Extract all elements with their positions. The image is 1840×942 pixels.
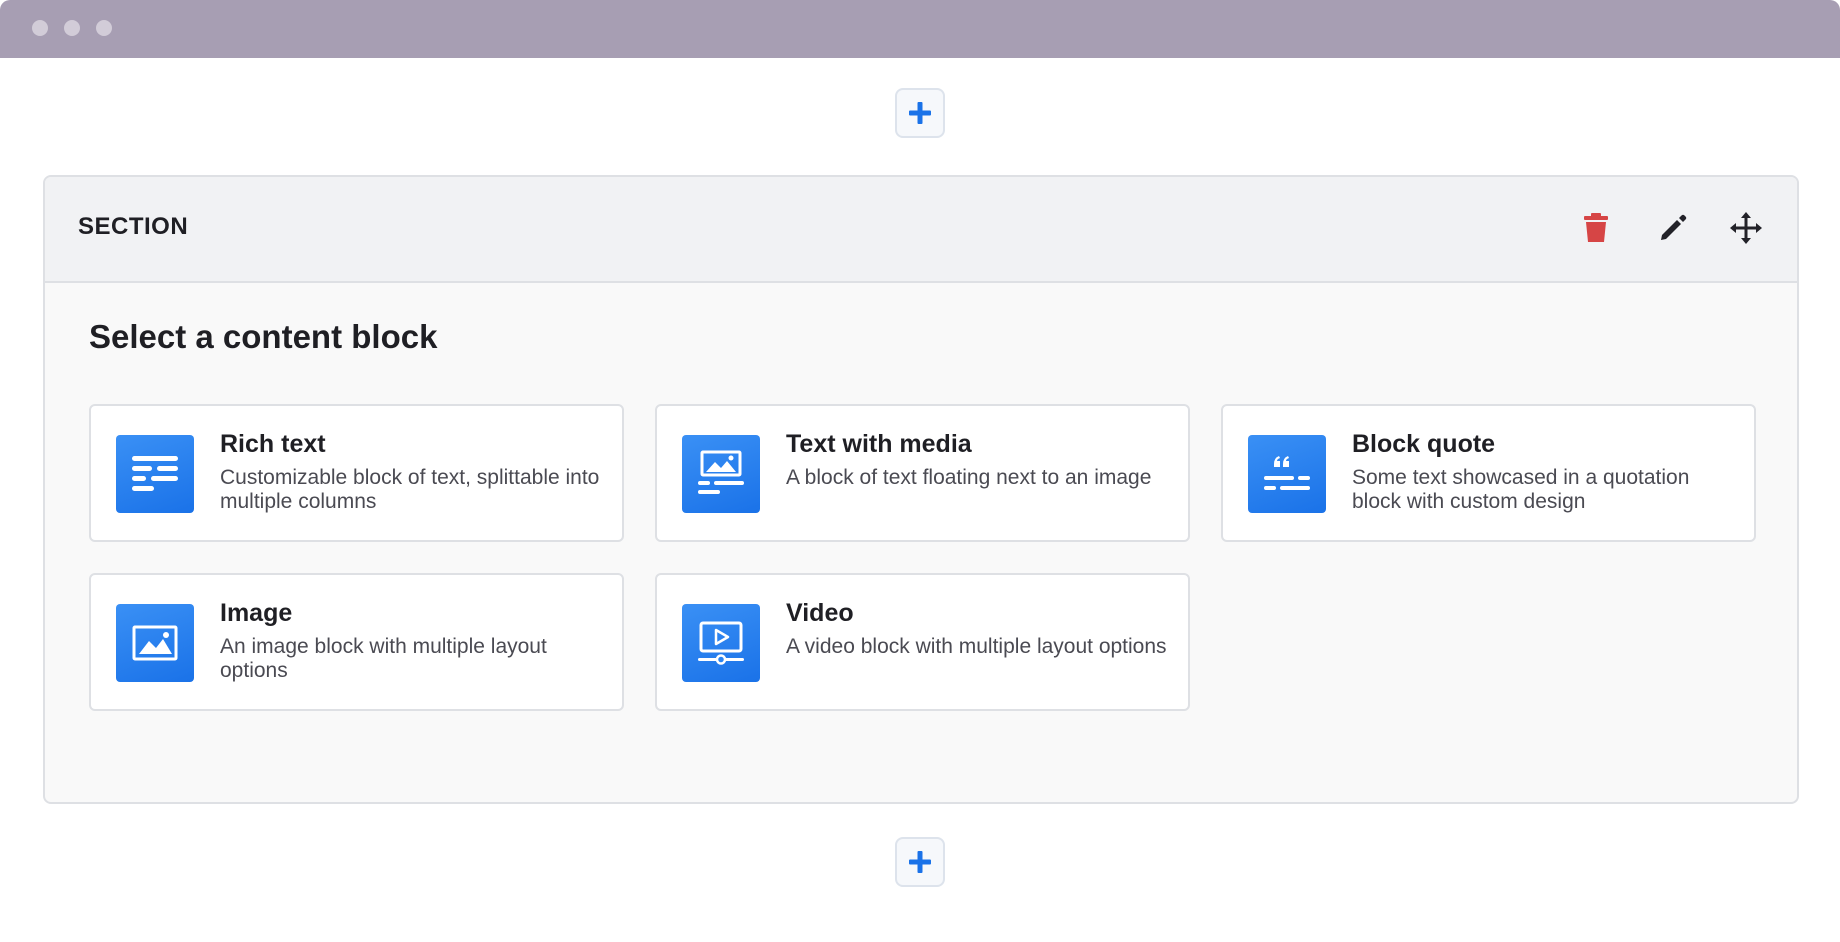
delete-section-button[interactable] xyxy=(1578,210,1614,246)
window-titlebar xyxy=(0,0,1840,58)
block-description: Some text showcased in a quotation block… xyxy=(1352,466,1690,513)
add-section-above-button[interactable] xyxy=(895,88,945,138)
move-section-button[interactable] xyxy=(1728,210,1764,246)
block-description: A video block with multiple layout optio… xyxy=(786,635,1167,658)
block-option-image[interactable]: Image An image block with multiple layou… xyxy=(89,573,624,711)
select-content-block-heading: Select a content block xyxy=(89,318,438,355)
trash-icon xyxy=(1584,213,1608,242)
rich-text-icon xyxy=(116,435,194,513)
block-option-text-with-media[interactable]: Text with media A block of text floating… xyxy=(655,404,1190,542)
block-description: An image block with multiple layout opti… xyxy=(220,635,547,682)
block-option-video[interactable]: Video A video block with multiple layout… xyxy=(655,573,1190,711)
section-header: SECTION xyxy=(45,177,1797,283)
block-option-rich-text[interactable]: Rich text Customizable block of text, sp… xyxy=(89,404,624,542)
plus-icon xyxy=(909,102,931,124)
block-quote-icon xyxy=(1248,435,1326,513)
pencil-icon xyxy=(1661,214,1687,240)
text-with-media-icon xyxy=(682,435,760,513)
video-icon xyxy=(682,604,760,682)
block-title: Text with media xyxy=(786,430,972,458)
block-description: Customizable block of text, splittable i… xyxy=(220,466,600,513)
block-title: Video xyxy=(786,599,854,627)
window-dot-minimize[interactable] xyxy=(64,20,80,36)
block-title: Image xyxy=(220,599,293,627)
window-dot-close[interactable] xyxy=(32,20,48,36)
image-icon xyxy=(116,604,194,682)
section-title: SECTION xyxy=(78,213,189,240)
window-dot-maximize[interactable] xyxy=(96,20,112,36)
move-arrows-icon xyxy=(1730,212,1762,244)
block-title: Rich text xyxy=(220,430,326,458)
block-description: A block of text floating next to an imag… xyxy=(786,466,1152,489)
edit-section-button[interactable] xyxy=(1655,210,1691,246)
block-title: Block quote xyxy=(1352,430,1496,458)
block-option-block-quote[interactable]: Block quote Some text showcased in a quo… xyxy=(1221,404,1756,542)
plus-icon xyxy=(909,851,931,873)
section-panel: SECTION Select a content block Rich text… xyxy=(43,175,1799,804)
add-section-below-button[interactable] xyxy=(895,837,945,887)
